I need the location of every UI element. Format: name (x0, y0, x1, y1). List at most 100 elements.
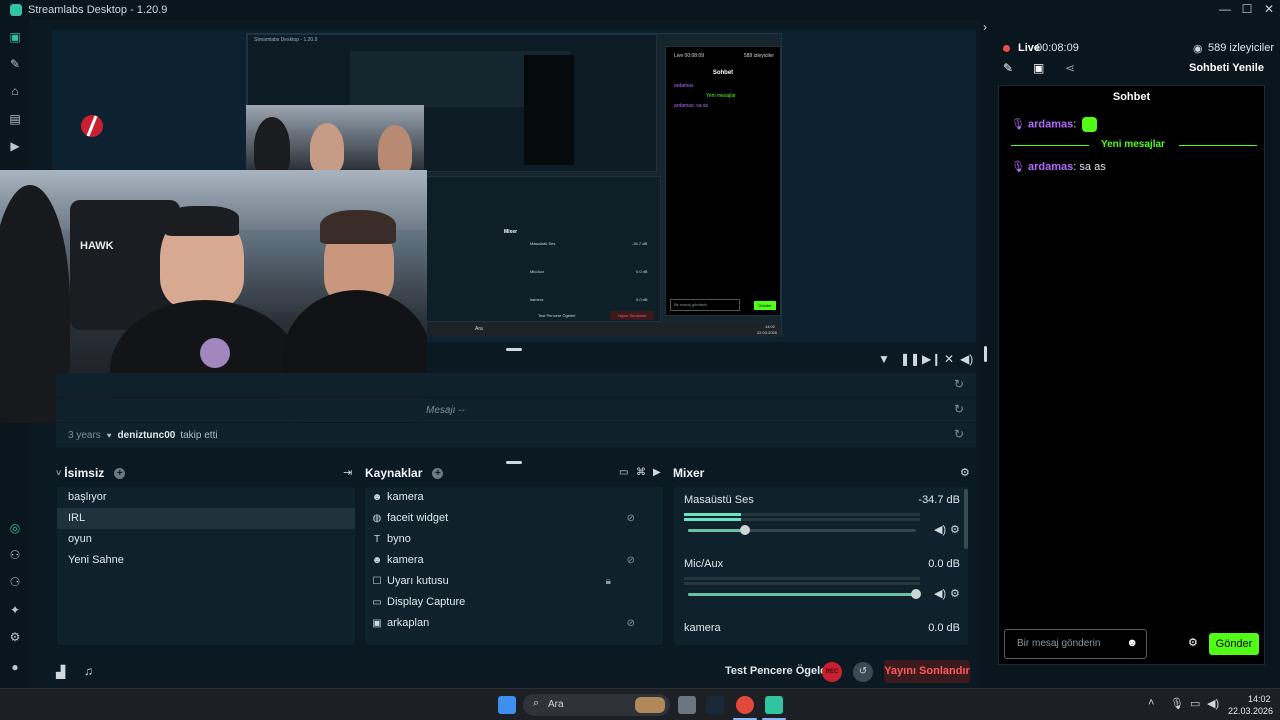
volume-icon[interactable]: ◀) (960, 352, 973, 366)
speaker-icon[interactable]: ◀) (934, 587, 946, 600)
chevron-down-icon[interactable]: ˅ (56, 468, 61, 478)
source-item[interactable]: ☐ Uyarı kutusu 🔒︎ (365, 571, 663, 592)
store-icon[interactable]: ⌂ (8, 84, 22, 98)
folder-icon[interactable]: ▭ (619, 467, 628, 478)
send-button[interactable]: Gönder (1209, 633, 1259, 655)
sources-header: Kaynaklar + (365, 464, 444, 482)
source-item[interactable]: ▭ Display Capture (365, 592, 663, 613)
scene-item[interactable]: IRL (57, 508, 355, 529)
taskbar-search[interactable]: ⌕ Ara (523, 694, 670, 716)
steam-icon[interactable] (706, 696, 724, 714)
eye-off-icon[interactable]: ⊘ (627, 508, 635, 529)
end-stream-button[interactable]: Yayını Sonlandır (884, 660, 970, 683)
resize-handle-mid[interactable] (506, 461, 522, 464)
chat-username[interactable]: ardamas (1028, 118, 1073, 130)
nested-chat-window: Live 00:08:09 589 izleyiciler Sohbet ard… (665, 46, 781, 316)
lock-icon[interactable]: 🔒︎ (606, 571, 611, 592)
replay-icon[interactable]: ↻ (954, 427, 964, 441)
source-effects-icon[interactable]: ⌘ (636, 467, 646, 478)
camera-icon: ☻ (371, 555, 383, 566)
mixer-panel: Masaüstü Ses -34.7 dB ◀) ⚙ Mic/Aux 0.0 d… (674, 487, 968, 645)
pause-icon[interactable]: ❚❚ (900, 352, 920, 366)
replay-buffer-icon[interactable]: ↺ (853, 662, 873, 682)
recording-icon[interactable]: ◎ (8, 521, 22, 535)
nested-search: Ara (475, 326, 483, 332)
volume-slider[interactable] (688, 593, 916, 596)
alert-icon: ☐ (372, 576, 382, 587)
task-view-icon[interactable] (678, 696, 696, 714)
chat-input[interactable]: Bir mesaj gönderin ☻ (1004, 629, 1147, 659)
volume-knob[interactable] (911, 589, 921, 599)
edit-stream-icon[interactable]: ✎ (1003, 61, 1013, 75)
dashboard-icon[interactable]: ▣ (1033, 61, 1044, 75)
volume-knob[interactable] (740, 525, 750, 535)
record-button[interactable]: REC (822, 662, 842, 682)
scene-collection-title[interactable]: İsimsiz (64, 466, 104, 480)
clock-time[interactable]: 14:02 (1248, 694, 1271, 704)
refresh-chat-button[interactable]: Sohbeti Yenile (1189, 62, 1264, 74)
chat-settings-icon[interactable]: ⚙ (1188, 636, 1198, 649)
stats-icon[interactable]: ▟ (56, 665, 65, 679)
streamlabs-taskbar-icon[interactable] (765, 696, 783, 714)
volume-meter (684, 577, 920, 580)
mute-alerts-icon[interactable]: ✕ (944, 352, 954, 366)
minimize-button[interactable]: — (1214, 0, 1236, 20)
source-settings-icon[interactable]: ▶ (653, 467, 661, 478)
source-item[interactable]: ◍ faceit widget ⊘ (365, 508, 663, 529)
share-icon[interactable]: ⋖ (1065, 61, 1075, 75)
collapse-icon[interactable]: ⇥ (343, 466, 352, 479)
tray-chevron-icon[interactable]: ˄ (1148, 697, 1154, 709)
scene-item[interactable]: Yeni Sahne (57, 550, 355, 571)
replay-icon[interactable]: ↻ (954, 402, 964, 416)
filter-icon[interactable]: ▼ (878, 352, 890, 366)
profile-icon[interactable]: ● (8, 660, 22, 674)
clock-date[interactable]: 22.03.2026 (1228, 706, 1273, 716)
layout-icon[interactable]: ▤ (8, 112, 22, 126)
mixer-scrollbar[interactable] (964, 489, 968, 549)
close-button[interactable]: ✕ (1258, 0, 1280, 20)
test-widgets-button[interactable]: Test Pencere Ögeleri (725, 665, 834, 677)
source-label: arkaplan (387, 617, 430, 629)
speaker-tray-icon[interactable]: ◀) (1207, 697, 1219, 710)
scene-item[interactable]: oyun (57, 529, 355, 550)
resize-handle-right[interactable] (984, 346, 987, 362)
divider-label: Yeni mesajlar (1101, 139, 1165, 150)
mixer-settings-icon[interactable]: ⚙ (960, 466, 970, 479)
microphone-icon[interactable]: 🎙︎ (1170, 697, 1184, 710)
editor-footer: ▟ ♫ Test Pencere Ögeleri REC ↺ Yayını So… (30, 655, 980, 688)
gear-icon[interactable]: ⚙ (950, 587, 960, 600)
source-item[interactable]: ▣ arkaplan ⊘ (365, 613, 663, 634)
gear-icon[interactable]: ⚙ (950, 523, 960, 536)
source-item[interactable]: ☻ kamera ⊘ (365, 550, 663, 571)
notifications-icon[interactable]: ♫ (84, 664, 93, 678)
speaker-icon[interactable]: ◀) (934, 523, 946, 536)
scene-item[interactable]: başlıyor (57, 487, 355, 508)
settings-icon[interactable]: ⚙ (8, 630, 22, 644)
volume-slider[interactable] (688, 529, 916, 532)
mixer-header: Mixer (673, 464, 704, 482)
effects-icon[interactable]: ✦ (8, 603, 22, 617)
source-item[interactable]: T byno (365, 529, 663, 550)
eye-off-icon[interactable]: ⊘ (627, 550, 635, 571)
chevron-right-icon[interactable]: › (983, 20, 987, 34)
chat-username[interactable]: ardamas (1028, 161, 1073, 173)
chat-box: Sohbet 🎙︎ ardamas: Yeni mesajlar 🎙︎ arda… (998, 85, 1265, 665)
emoji-icon[interactable]: ☻ (1126, 637, 1138, 649)
maximize-button[interactable]: ☐ (1236, 0, 1258, 20)
activity-text: Mesajı -- (426, 404, 465, 416)
source-item[interactable]: ☻ kamera (365, 487, 663, 508)
chrome-icon[interactable] (736, 696, 754, 714)
add-source-button[interactable]: + (432, 467, 444, 479)
network-icon[interactable]: ▭ (1190, 697, 1200, 710)
start-icon[interactable] (498, 696, 516, 714)
studio-icon[interactable]: ▣ (8, 30, 22, 44)
skip-icon[interactable]: ▶❙ (922, 352, 941, 366)
eye-off-icon[interactable]: ⊘ (627, 613, 635, 634)
add-scene-button[interactable]: + (114, 467, 126, 479)
themes-icon[interactable]: ✎ (8, 57, 22, 71)
play-icon[interactable]: ▶ (8, 139, 22, 153)
integrations-icon[interactable]: ⚇ (8, 548, 22, 562)
replay-icon[interactable]: ↻ (954, 377, 964, 391)
mixer-channel-db: 0.0 dB (928, 622, 960, 634)
apps-icon[interactable]: ⚆ (8, 575, 22, 589)
